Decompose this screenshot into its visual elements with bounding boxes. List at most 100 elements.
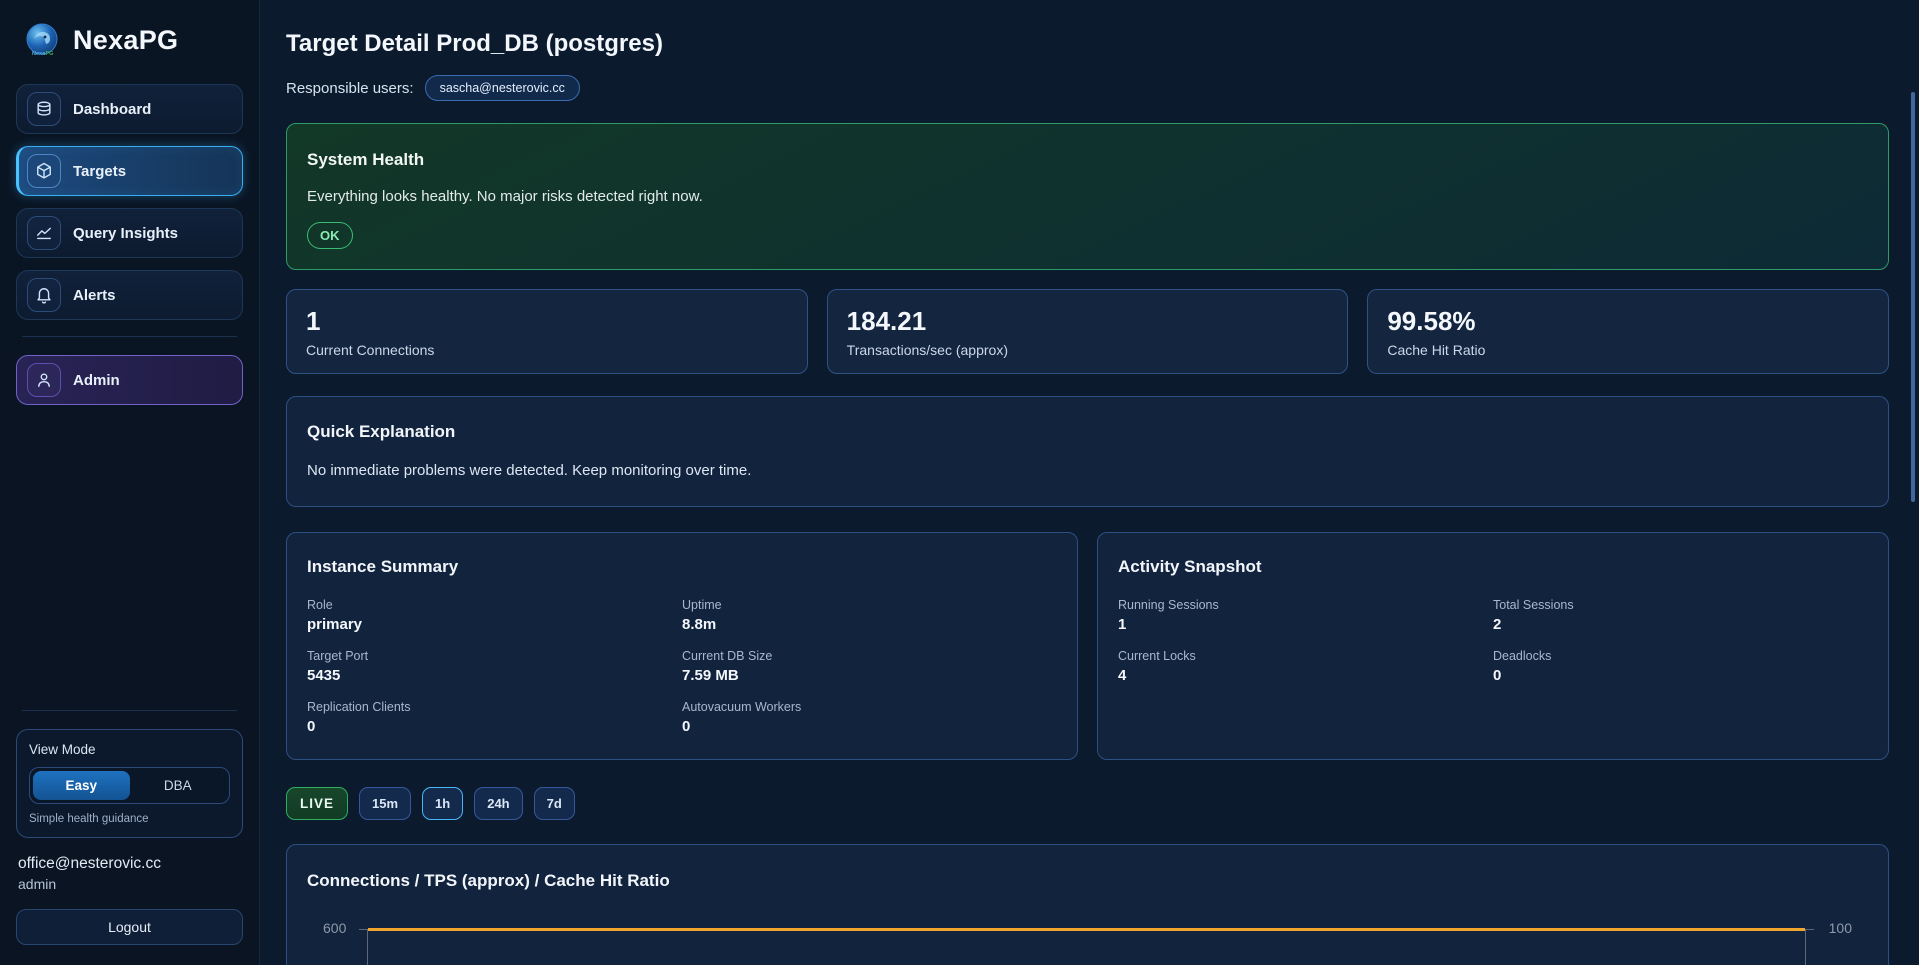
activity-snapshot-title: Activity Snapshot xyxy=(1118,557,1868,577)
range-button-7d[interactable]: 7d xyxy=(534,787,575,820)
summary-row: Instance Summary Role primary Uptime 8.8… xyxy=(286,532,1889,760)
status-badge: OK xyxy=(307,222,353,249)
view-mode-toggle: Easy DBA xyxy=(29,767,230,804)
user-email: office@nesterovic.cc xyxy=(18,855,241,873)
quick-explanation-message: No immediate problems were detected. Kee… xyxy=(307,462,1868,479)
sidebar: Nexa PG NexaPG Dashboard xyxy=(0,0,260,965)
metric-card-cache-hit-ratio: 99.58% Cache Hit Ratio xyxy=(1367,289,1889,374)
trend-chart-icon xyxy=(27,216,61,250)
quick-explanation-title: Quick Explanation xyxy=(307,422,1868,442)
field-value: primary xyxy=(307,616,682,633)
cache-hit-ratio-line xyxy=(368,928,1805,931)
field-deadlocks: Deadlocks 0 xyxy=(1493,649,1868,684)
database-icon xyxy=(27,92,61,126)
field-replication-clients: Replication Clients 0 xyxy=(307,700,682,735)
brand: Nexa PG NexaPG xyxy=(16,22,243,58)
time-range-controls: LIVE 15m 1h 24h 7d xyxy=(286,787,1889,820)
sidebar-item-label: Alerts xyxy=(73,287,116,304)
left-axis-tick-label: 600 xyxy=(323,920,346,936)
logout-button[interactable]: Logout xyxy=(16,909,243,945)
activity-snapshot-grid: Running Sessions 1 Total Sessions 2 Curr… xyxy=(1118,598,1868,684)
right-axis-tick-label: 100 xyxy=(1829,920,1852,936)
svg-text:Nexa: Nexa xyxy=(32,51,46,57)
field-value: 2 xyxy=(1493,616,1868,633)
system-health-card: System Health Everything looks healthy. … xyxy=(286,123,1889,270)
scrollbar-thumb[interactable] xyxy=(1911,92,1915,502)
sidebar-item-admin[interactable]: Admin xyxy=(16,355,243,405)
field-label: Autovacuum Workers xyxy=(682,700,1057,714)
sidebar-bottom: View Mode Easy DBA Simple health guidanc… xyxy=(16,706,243,945)
field-value: 0 xyxy=(682,718,1057,735)
range-button-15m[interactable]: 15m xyxy=(359,787,411,820)
quick-explanation-card: Quick Explanation No immediate problems … xyxy=(286,396,1889,507)
field-label: Current Locks xyxy=(1118,649,1493,663)
field-total-sessions: Total Sessions 2 xyxy=(1493,598,1868,633)
sidebar-item-alerts[interactable]: Alerts xyxy=(16,270,243,320)
field-value: 7.59 MB xyxy=(682,667,1057,684)
nexapg-logo-icon: Nexa PG xyxy=(24,22,60,58)
responsible-users-row: Responsible users: sascha@nesterovic.cc xyxy=(286,75,1889,101)
metric-card-tps: 184.21 Transactions/sec (approx) xyxy=(827,289,1349,374)
field-autovacuum-workers: Autovacuum Workers 0 xyxy=(682,700,1057,735)
view-mode-option-easy[interactable]: Easy xyxy=(33,771,130,800)
field-target-port: Target Port 5435 xyxy=(307,649,682,684)
sidebar-item-targets[interactable]: Targets xyxy=(16,146,243,196)
field-value: 5435 xyxy=(307,667,682,684)
field-current-db-size: Current DB Size 7.59 MB xyxy=(682,649,1057,684)
chart-plot xyxy=(367,929,1806,965)
live-button[interactable]: LIVE xyxy=(286,787,348,820)
nexapg-app: Nexa PG NexaPG Dashboard xyxy=(0,0,1919,965)
left-axis-tick xyxy=(359,929,367,930)
instance-summary-grid: Role primary Uptime 8.8m Target Port 543… xyxy=(307,598,1057,735)
metric-label: Current Connections xyxy=(306,342,788,358)
page-scrollbar[interactable] xyxy=(1909,0,1917,965)
sidebar-item-dashboard[interactable]: Dashboard xyxy=(16,84,243,134)
field-label: Total Sessions xyxy=(1493,598,1868,612)
field-label: Deadlocks xyxy=(1493,649,1868,663)
field-value: 0 xyxy=(1493,667,1868,684)
field-value: 4 xyxy=(1118,667,1493,684)
field-value: 0 xyxy=(307,718,682,735)
user-role: admin xyxy=(18,876,241,892)
metric-label: Cache Hit Ratio xyxy=(1387,342,1869,358)
responsible-users-label: Responsible users: xyxy=(286,80,414,97)
responsible-user-badge[interactable]: sascha@nesterovic.cc xyxy=(425,75,580,101)
cube-icon xyxy=(27,154,61,188)
field-uptime: Uptime 8.8m xyxy=(682,598,1057,633)
sidebar-divider xyxy=(22,710,237,711)
connections-tps-chart-card: Connections / TPS (approx) / Cache Hit R… xyxy=(286,844,1889,965)
view-mode-box: View Mode Easy DBA Simple health guidanc… xyxy=(16,729,243,838)
chart-area: 600 100 xyxy=(307,929,1868,965)
page-title: Target Detail Prod_DB (postgres) xyxy=(286,30,1889,58)
person-icon xyxy=(27,363,61,397)
metric-label: Transactions/sec (approx) xyxy=(847,342,1329,358)
metric-value: 184.21 xyxy=(847,306,1329,337)
view-mode-label: View Mode xyxy=(29,742,230,757)
view-mode-caption: Simple health guidance xyxy=(29,813,230,825)
field-label: Replication Clients xyxy=(307,700,682,714)
sidebar-item-query-insights[interactable]: Query Insights xyxy=(16,208,243,258)
field-value: 1 xyxy=(1118,616,1493,633)
bell-icon xyxy=(27,278,61,312)
view-mode-option-dba[interactable]: DBA xyxy=(130,771,227,800)
system-health-message: Everything looks healthy. No major risks… xyxy=(307,188,1868,205)
sidebar-item-label: Targets xyxy=(73,163,126,180)
range-button-1h[interactable]: 1h xyxy=(422,787,463,820)
field-label: Current DB Size xyxy=(682,649,1057,663)
sidebar-divider xyxy=(22,336,237,337)
field-label: Running Sessions xyxy=(1118,598,1493,612)
system-health-title: System Health xyxy=(307,150,1868,170)
field-role: Role primary xyxy=(307,598,682,633)
sidebar-item-label: Query Insights xyxy=(73,225,178,242)
chart-title: Connections / TPS (approx) / Cache Hit R… xyxy=(307,871,1868,891)
field-label: Target Port xyxy=(307,649,682,663)
svg-text:PG: PG xyxy=(46,51,54,57)
field-label: Role xyxy=(307,598,682,612)
metric-value: 99.58% xyxy=(1387,306,1869,337)
range-button-24h[interactable]: 24h xyxy=(474,787,522,820)
app-title: NexaPG xyxy=(73,25,178,56)
metric-card-current-connections: 1 Current Connections xyxy=(286,289,808,374)
field-value: 8.8m xyxy=(682,616,1057,633)
right-axis-tick xyxy=(1806,929,1814,930)
sidebar-item-label: Dashboard xyxy=(73,101,151,118)
